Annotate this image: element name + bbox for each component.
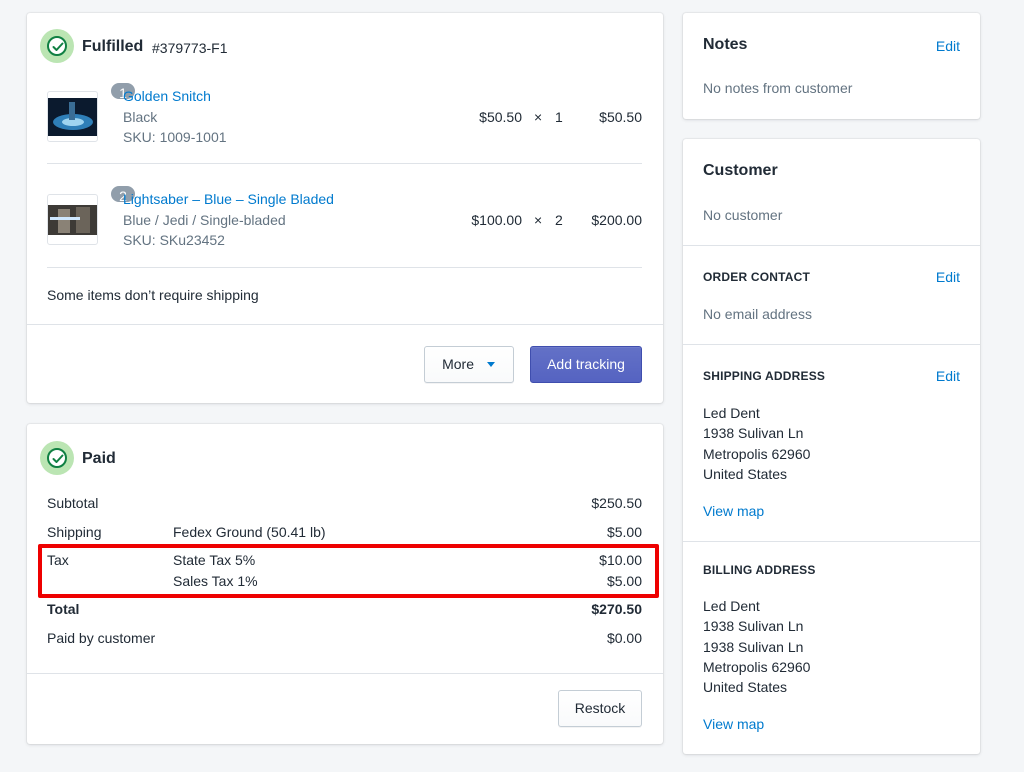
add-tracking-button[interactable]: Add tracking: [530, 346, 642, 383]
shipping-address-line: 1938 Sulivan Ln: [703, 425, 804, 441]
product-sku: SKU: 1009-1001: [123, 129, 227, 145]
notes-card: Notes Edit No notes from customer: [683, 13, 980, 119]
shipping-address-line: Metropolis 62960: [703, 446, 811, 462]
card-section-divider: [27, 673, 663, 674]
paid-by-customer-value: $0.00: [606, 630, 642, 646]
shipping-method: Fedex Ground (50.41 lb): [173, 524, 326, 540]
more-actions-button[interactable]: More: [424, 346, 514, 383]
billing-address-line: 1938 Sulivan Ln: [703, 639, 804, 655]
total-value: $270.50: [591, 601, 642, 617]
billing-address-line: 1938 Sulivan Ln: [703, 618, 804, 634]
times-sign: ×: [534, 109, 543, 125]
fulfillment-status: Fulfilled: [82, 38, 144, 55]
shipping-address-title: SHIPPING ADDRESS: [703, 369, 826, 383]
product-variant: Black: [123, 109, 158, 125]
item-quantity: 1: [555, 109, 563, 125]
divider: [47, 267, 642, 268]
order-contact-text: No email address: [703, 306, 812, 322]
product-name-link[interactable]: Lightsaber – Blue – Single Bladed: [123, 191, 334, 207]
divider: [683, 245, 980, 246]
shipping-label: Shipping: [47, 524, 102, 540]
product-name-link[interactable]: Golden Snitch: [123, 88, 211, 104]
order-contact-title: ORDER CONTACT: [703, 270, 811, 284]
product-thumbnail[interactable]: [47, 91, 98, 142]
shipping-address-line: Led Dent: [703, 405, 760, 421]
edit-notes-link[interactable]: Edit: [936, 38, 960, 54]
item-quantity: 2: [555, 212, 563, 228]
billing-view-map-link[interactable]: View map: [703, 716, 764, 732]
caret-down-icon: [486, 362, 495, 368]
product-sku: SKU: SKu23452: [123, 232, 225, 248]
product-thumbnail[interactable]: [47, 194, 98, 245]
customer-text: No customer: [703, 207, 783, 223]
billing-address-line: Metropolis 62960: [703, 659, 811, 675]
tax-highlight-box: [38, 544, 659, 598]
item-price: $100.00: [471, 212, 522, 228]
divider: [47, 163, 642, 164]
card-section-divider: [27, 324, 663, 325]
shipping-value: $5.00: [606, 524, 642, 540]
notes-title: Notes: [703, 36, 748, 53]
billing-address-line: United States: [703, 679, 788, 695]
notes-text: No notes from customer: [703, 80, 853, 96]
fulfillment-order-id: #379773-F1: [152, 40, 228, 56]
item-price: $50.50: [479, 109, 522, 125]
customer-card: Customer No customer ORDER CONTACT Edit …: [683, 139, 980, 754]
times-sign: ×: [534, 212, 543, 228]
check-circle-icon: [40, 441, 74, 475]
item-total: $200.00: [591, 212, 642, 228]
shipping-note: Some items don’t require shipping: [47, 287, 259, 303]
customer-title: Customer: [703, 162, 778, 179]
billing-address-line: Led Dent: [703, 598, 760, 614]
product-variant: Blue / Jedi / Single-bladed: [123, 212, 286, 228]
subtotal-label: Subtotal: [47, 495, 99, 511]
billing-address-title: BILLING ADDRESS: [703, 563, 816, 577]
item-total: $50.50: [599, 109, 642, 125]
shipping-view-map-link[interactable]: View map: [703, 503, 764, 519]
paid-by-customer-label: Paid by customer: [47, 630, 156, 646]
edit-order-contact-link[interactable]: Edit: [936, 269, 960, 285]
total-label: Total: [47, 601, 80, 617]
restock-button[interactable]: Restock: [558, 690, 642, 727]
more-button-label: More: [442, 356, 474, 372]
divider: [683, 344, 980, 345]
shipping-address-line: United States: [703, 466, 788, 482]
divider: [683, 541, 980, 542]
payment-status: Paid: [82, 450, 116, 467]
check-circle-icon: [40, 29, 74, 63]
edit-shipping-address-link[interactable]: Edit: [936, 368, 960, 384]
fulfillment-card: Fulfilled #379773-F1 1 Golden Snitch Bla…: [27, 13, 663, 403]
subtotal-value: $250.50: [591, 495, 642, 511]
